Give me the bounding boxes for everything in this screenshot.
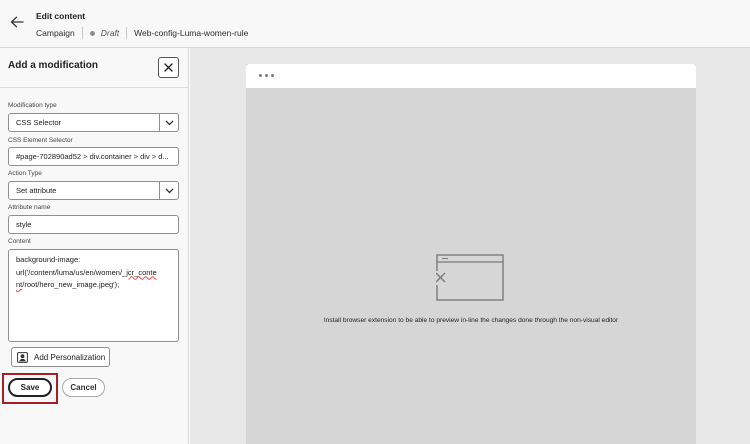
content-line: background-image:: [16, 255, 81, 264]
preview-message: Install browser extension to be able to …: [323, 317, 619, 324]
broken-browser-icon: [435, 254, 504, 307]
status-dot-icon: [89, 30, 95, 36]
status-badge: Draft: [100, 28, 120, 38]
close-button[interactable]: [158, 57, 179, 78]
action-type-label: Action Type: [8, 170, 42, 177]
attribute-name-label: Attribute name: [8, 204, 51, 211]
add-personalization-label: Add Personalization: [34, 352, 106, 362]
header: Edit content Campaign Draft Web-config-L…: [0, 0, 750, 48]
action-type-select[interactable]: Set attribute: [8, 181, 179, 200]
content-textarea[interactable]: background-image: url('/content/luma/us/…: [8, 249, 179, 342]
action-type-value: Set attribute: [16, 186, 57, 195]
panel-title: Add a modification: [8, 60, 98, 71]
save-button[interactable]: Save: [8, 378, 52, 397]
chevron-down-icon[interactable]: [159, 182, 178, 199]
browser-toolbar: [246, 64, 696, 88]
modification-type-select[interactable]: CSS Selector: [8, 113, 179, 132]
spelling-underline: jcr_conte: [126, 267, 157, 277]
personalization-icon: [17, 351, 28, 363]
panel-header: Add a modification: [0, 48, 188, 88]
arrow-left-icon: [10, 16, 24, 28]
add-personalization-button[interactable]: Add Personalization: [11, 347, 110, 367]
more-dots-icon: [259, 74, 274, 77]
content-line: url('/content/luma/us/en/women/_jcr_cont…: [16, 267, 157, 277]
divider: [126, 27, 128, 39]
divider: [81, 27, 83, 39]
content-line: nt/root/hero_new_image.jpeg');: [16, 280, 120, 289]
page-title: Edit content: [36, 11, 86, 21]
breadcrumb: Campaign Draft Web-config-Luma-women-rul…: [36, 27, 248, 39]
modification-panel: Add a modification Modification type CSS…: [0, 48, 189, 444]
close-icon: [164, 63, 173, 72]
chevron-down-icon[interactable]: [159, 114, 178, 131]
cancel-button[interactable]: Cancel: [62, 378, 105, 397]
back-button[interactable]: [7, 12, 27, 32]
breadcrumb-campaign[interactable]: Campaign: [36, 28, 75, 38]
css-selector-input[interactable]: #page-702890ad52 > div.container > div >…: [8, 147, 179, 166]
modification-type-label: Modification type: [8, 102, 57, 109]
content-label: Content: [8, 238, 31, 245]
modification-type-value: CSS Selector: [16, 118, 62, 127]
campaign-name: Web-config-Luma-women-rule: [134, 28, 249, 38]
attribute-name-input[interactable]: style: [8, 215, 179, 234]
css-selector-label: CSS Element Selector: [8, 137, 73, 144]
browser-preview: Install browser extension to be able to …: [246, 64, 696, 444]
